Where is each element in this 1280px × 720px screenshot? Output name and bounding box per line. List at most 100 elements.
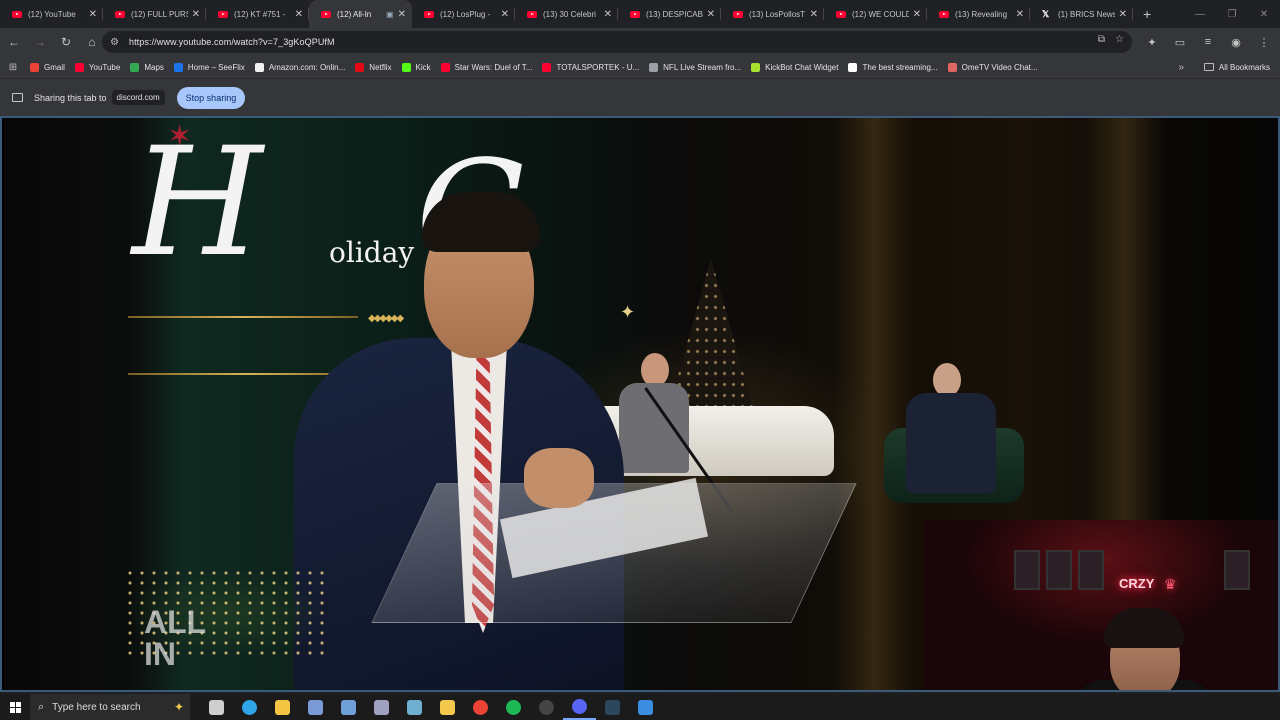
close-tab-icon[interactable]: ✕ [707,9,715,20]
install-app-icon[interactable]: ⧉ [1098,34,1105,45]
bookmark-label: The best streaming... [862,62,938,72]
toolbar-right: ✦ ▭ ≡ ◉ ⋮ [1142,32,1274,52]
home-button[interactable]: ⌂ [80,30,104,54]
tab-title: (12) WE COULD [852,9,909,19]
wall-frame [1078,550,1104,590]
tab-sharing-bar: Sharing this tab to discord.com Stop sha… [0,78,1280,116]
bookmark-label: Kick [415,62,431,72]
profile-icon[interactable]: ◉ [1226,32,1246,52]
steam-icon[interactable] [596,694,629,720]
seated-guest [619,353,689,483]
back-button[interactable]: ← [2,30,26,54]
bookmark-item[interactable]: Amazon.com: Onlin... [254,62,345,72]
close-tab-icon[interactable]: ✕ [192,9,200,20]
browser-tab[interactable]: (12) KT #751 - ✕ [206,0,309,28]
discord-icon[interactable] [563,694,596,720]
youtube-icon [836,10,846,18]
bookmark-item[interactable]: Maps [130,62,164,72]
bookmark-item[interactable]: Netflix [355,62,392,72]
bookmark-favicon-icon [751,62,761,72]
browser-tab[interactable]: (12) FULL PURS ✕ [103,0,206,28]
sharing-text: Sharing this tab to [34,92,107,103]
restore-button[interactable]: ❐ [1216,0,1248,28]
side-panel-icon[interactable]: ▭ [1170,32,1190,52]
taskbar-search[interactable]: ⌕ Type here to search ✦ [30,694,190,720]
video-player[interactable]: ✶ H G oliday ◆◆◆◆◆◆ ✦ ALL IN CRZY ♛ [0,116,1280,692]
bookmark-item[interactable]: The best streaming... [848,62,938,72]
youtube-icon [12,10,22,18]
browser-tab[interactable]: (12) LosPlug - ✕ [412,0,515,28]
tab-separator [1132,8,1133,20]
close-tab-icon[interactable]: ✕ [1119,9,1127,20]
browser-tab[interactable]: 𝕏 (1) BRICS News ✕ [1030,0,1133,28]
browser-tab[interactable]: (12) All-In ▣ ✕ [309,0,412,28]
bookmark-item[interactable]: OmeTV Video Chat... [947,62,1038,72]
close-tab-icon[interactable]: ✕ [501,9,509,20]
bookmark-star-icon[interactable]: ☆ [1115,34,1124,45]
browser-tab[interactable]: (12) WE COULD ✕ [824,0,927,28]
bookmark-label: Maps [144,62,164,72]
menu-icon[interactable]: ⋮ [1254,32,1274,52]
close-tab-icon[interactable]: ✕ [810,9,818,20]
app-icon-3[interactable] [398,694,431,720]
bookmark-item[interactable]: Gmail [30,62,65,72]
app-icon-1[interactable] [299,694,332,720]
screen-share-icon [12,93,23,102]
close-window-button[interactable]: ✕ [1248,0,1280,28]
bookmark-item[interactable]: YouTube [74,62,121,72]
bookmark-item[interactable]: TOTALSPORTEK - U... [542,62,639,72]
bookmark-favicon-icon [173,62,183,72]
new-tab-button[interactable]: + [1143,6,1151,22]
bookmark-item[interactable]: NFL Live Stream fro... [649,62,741,72]
bookmark-favicon-icon [649,62,659,72]
browser-tab[interactable]: (13) Revealing ✕ [927,0,1030,28]
browser-tab[interactable]: (12) YouTube ✕ [0,0,103,28]
browser-tab[interactable]: (13) LosPollosT ✕ [721,0,824,28]
app-icon-2[interactable] [365,694,398,720]
apps-grid-icon[interactable]: ⊞ [2,62,24,73]
stop-sharing-button[interactable]: Stop sharing [176,86,246,109]
tab-sharing-icon: ▣ [386,9,394,19]
tab-title: (13) 30 Celebri [543,9,596,19]
app-icon-5[interactable] [629,694,662,720]
task-view-icon[interactable] [200,694,233,720]
site-info-icon[interactable]: ⚙ [110,37,119,48]
obs-icon[interactable] [530,694,563,720]
start-button[interactable] [0,694,30,720]
bookmark-item[interactable]: Star Wars: Duel of T... [440,62,532,72]
reload-button[interactable]: ↻ [54,30,78,54]
close-tab-icon[interactable]: ✕ [604,9,612,20]
close-tab-icon[interactable]: ✕ [398,9,406,20]
spotify-icon[interactable] [497,694,530,720]
close-tab-icon[interactable]: ✕ [913,9,921,20]
chrome-icon[interactable] [464,694,497,720]
bookmark-item[interactable]: KickBot Chat Widget [751,62,838,72]
bookmark-item[interactable]: Home – SeeFlix [173,62,245,72]
webcam-overlay: CRZY ♛ [924,520,1278,690]
bookmark-favicon-icon [254,62,264,72]
bookmark-favicon-icon [947,62,957,72]
wall-frame [1224,550,1250,590]
seated-guest [906,363,996,503]
address-bar[interactable]: ⚙ https://www.youtube.com/watch?v=7_3gKo… [102,31,1132,53]
close-tab-icon[interactable]: ✕ [89,9,97,20]
app-icon-4[interactable] [431,694,464,720]
close-tab-icon[interactable]: ✕ [1016,9,1024,20]
forward-button[interactable]: → [28,30,52,54]
close-tab-icon[interactable]: ✕ [295,9,303,20]
all-bookmarks-button[interactable]: All Bookmarks [1203,63,1270,72]
media-controls-icon[interactable]: ≡ [1198,32,1218,52]
bookmark-label: YouTube [88,62,121,72]
minimize-button[interactable]: — [1184,0,1216,28]
browser-tab[interactable]: (13) 30 Celebri ✕ [515,0,618,28]
bookmark-item[interactable]: Kick [401,62,431,72]
browser-tab[interactable]: (13) DESPICAB ✕ [618,0,721,28]
tab-title: (12) YouTube [28,9,76,19]
omnibox-actions: ⧉ ☆ [1098,34,1124,45]
edge-icon[interactable] [233,694,266,720]
extensions-icon[interactable]: ✦ [1142,32,1162,52]
file-explorer-icon[interactable] [266,694,299,720]
bookmarks-overflow-icon[interactable]: » [1178,62,1184,73]
calculator-icon[interactable] [332,694,365,720]
url-text[interactable]: https://www.youtube.com/watch?v=7_3gKoQP… [129,37,335,47]
